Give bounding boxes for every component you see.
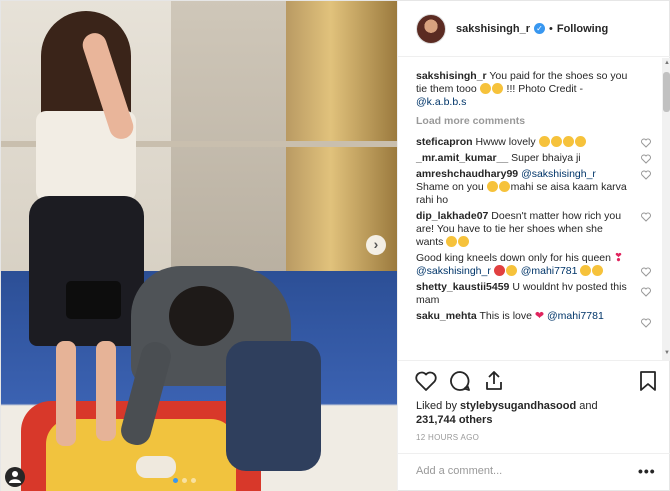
comment-item: shetty_kaustii5459 U wouldnt hv posted t…	[416, 281, 654, 307]
emoji-icon	[538, 136, 550, 147]
comment-like-heart-icon[interactable]	[641, 318, 651, 328]
post-side-panel: sakshisingh_r ✓ • Following sakshisingh_…	[397, 1, 670, 491]
photo-handbag	[66, 281, 121, 319]
post-timestamp[interactable]: 12 HOURS AGO	[416, 433, 479, 442]
scrollbar-thumb[interactable]	[663, 72, 670, 112]
heart-icon[interactable]	[414, 369, 438, 393]
carousel-dot	[182, 478, 187, 483]
carousel-dot	[191, 478, 196, 483]
emoji-icon	[491, 83, 503, 94]
comments-list[interactable]: sakshisingh_r You paid for the shoes so …	[398, 58, 662, 360]
comments-scrollbar[interactable]: ▲ ▼	[662, 58, 670, 360]
caption-mention[interactable]: @k.a.b.b.s	[416, 96, 466, 108]
photo-gold-wall	[286, 1, 397, 301]
tagged-user-icon[interactable]	[5, 467, 25, 487]
comment-like-heart-icon[interactable]	[641, 212, 651, 222]
red-heart-emoji-icon: ❤	[534, 310, 545, 322]
header-separator: •	[548, 22, 553, 35]
comment-item: saku_mehta This is love ❤ @mahi7781	[416, 310, 654, 328]
comment-mention[interactable]: @sakshisingh_r	[521, 168, 596, 180]
comment-mention[interactable]: @mahi7781	[521, 265, 578, 277]
comment-text: Shame on you	[416, 181, 484, 193]
carousel-indicator	[173, 478, 196, 483]
photo-man-head	[169, 286, 234, 346]
comment-username[interactable]: saku_mehta	[416, 310, 477, 322]
comment-item: amreshchaudhary99 @sakshisingh_r Shame o…	[416, 168, 654, 207]
emoji-icon	[505, 265, 517, 276]
action-bar	[398, 360, 670, 400]
photo-woman-leg	[96, 341, 116, 441]
comment-input[interactable]	[416, 465, 616, 477]
avatar[interactable]	[416, 13, 446, 44]
emoji-icon	[574, 136, 586, 147]
emoji-icon	[479, 83, 491, 94]
carousel-dot-active	[173, 478, 178, 483]
emoji-icon	[458, 236, 470, 247]
photo-man-legs	[226, 341, 321, 471]
emoji-icon	[498, 181, 510, 192]
post-photo[interactable]: ›	[1, 1, 397, 491]
comment-username[interactable]: steficapron	[416, 136, 473, 148]
comment-username[interactable]: amreshchaudhary99	[416, 168, 518, 180]
more-options-icon[interactable]: •••	[638, 463, 656, 479]
add-comment-bar: •••	[398, 453, 670, 491]
scroll-up-arrow-icon[interactable]: ▲	[664, 60, 670, 66]
instagram-post: › sakshisingh_r ✓ • Following sakshising…	[0, 0, 670, 491]
caption: sakshisingh_r You paid for the shoes so …	[416, 70, 654, 109]
emoji-icon	[493, 265, 505, 276]
likes-middle: and	[579, 400, 598, 412]
comment-like-heart-icon[interactable]	[641, 287, 651, 297]
comment-text: Good king kneels down only for his queen	[416, 252, 611, 264]
share-icon[interactable]	[482, 369, 506, 393]
scroll-down-arrow-icon[interactable]: ▼	[664, 350, 670, 356]
likes-count[interactable]: 231,744 others	[416, 414, 492, 426]
comment-username[interactable]: dip_lakhade07	[416, 210, 488, 222]
comment-item: _mr.amit_kumar__ Super bhaiya ji	[416, 152, 654, 165]
emoji-icon	[592, 265, 604, 276]
photo-shoe	[136, 456, 176, 478]
comment-username[interactable]: _mr.amit_kumar__	[416, 152, 508, 164]
comment-text: This is love	[479, 310, 532, 322]
load-more-comments-button[interactable]: Load more comments	[416, 115, 654, 128]
likes-user[interactable]: stylebysugandhasood	[460, 400, 576, 412]
likes-summary: Liked by stylebysugandhasood and 231,744…	[416, 399, 636, 427]
comment-text: Super bhaiya ji	[511, 152, 581, 164]
following-button[interactable]: Following	[557, 23, 608, 35]
comment-mention[interactable]: @sakshisingh_r	[416, 265, 491, 277]
comment-item: steficapron Hwww lovely	[416, 136, 654, 149]
photo-woman-skirt	[29, 196, 144, 346]
bookmark-icon[interactable]	[636, 369, 660, 393]
emoji-icon	[446, 236, 458, 247]
emoji-icon	[580, 265, 592, 276]
photo-woman-leg	[56, 341, 76, 446]
post-header: sakshisingh_r ✓ • Following	[398, 1, 670, 57]
likes-prefix: Liked by	[416, 400, 457, 412]
caption-username[interactable]: sakshisingh_r	[416, 70, 487, 82]
emoji-icon	[486, 181, 498, 192]
caption-suffix: !!! Photo Credit -	[503, 83, 583, 95]
comment-like-heart-icon[interactable]	[641, 170, 651, 180]
header-username[interactable]: sakshisingh_r	[456, 23, 530, 35]
comment-text: Hwww lovely	[475, 136, 536, 148]
comment-item: dip_lakhade07 Doesn't matter how rich yo…	[416, 210, 654, 249]
comment-username[interactable]: shetty_kaustii5459	[416, 281, 509, 293]
photo-wall-panel	[171, 1, 291, 276]
comment-mention[interactable]: @mahi7781	[547, 310, 604, 322]
next-arrow-icon[interactable]: ›	[366, 235, 386, 255]
emoji-icon	[562, 136, 574, 147]
comment-item: Good king kneels down only for his queen…	[416, 252, 654, 278]
comment-like-heart-icon[interactable]	[641, 154, 651, 164]
comment-like-heart-icon[interactable]	[641, 138, 651, 148]
comment-icon[interactable]	[448, 369, 472, 393]
verified-badge-icon: ✓	[533, 23, 545, 34]
red-heart-emoji-icon: ❣	[613, 252, 624, 264]
comment-like-heart-icon[interactable]	[641, 267, 651, 277]
emoji-icon	[550, 136, 562, 147]
